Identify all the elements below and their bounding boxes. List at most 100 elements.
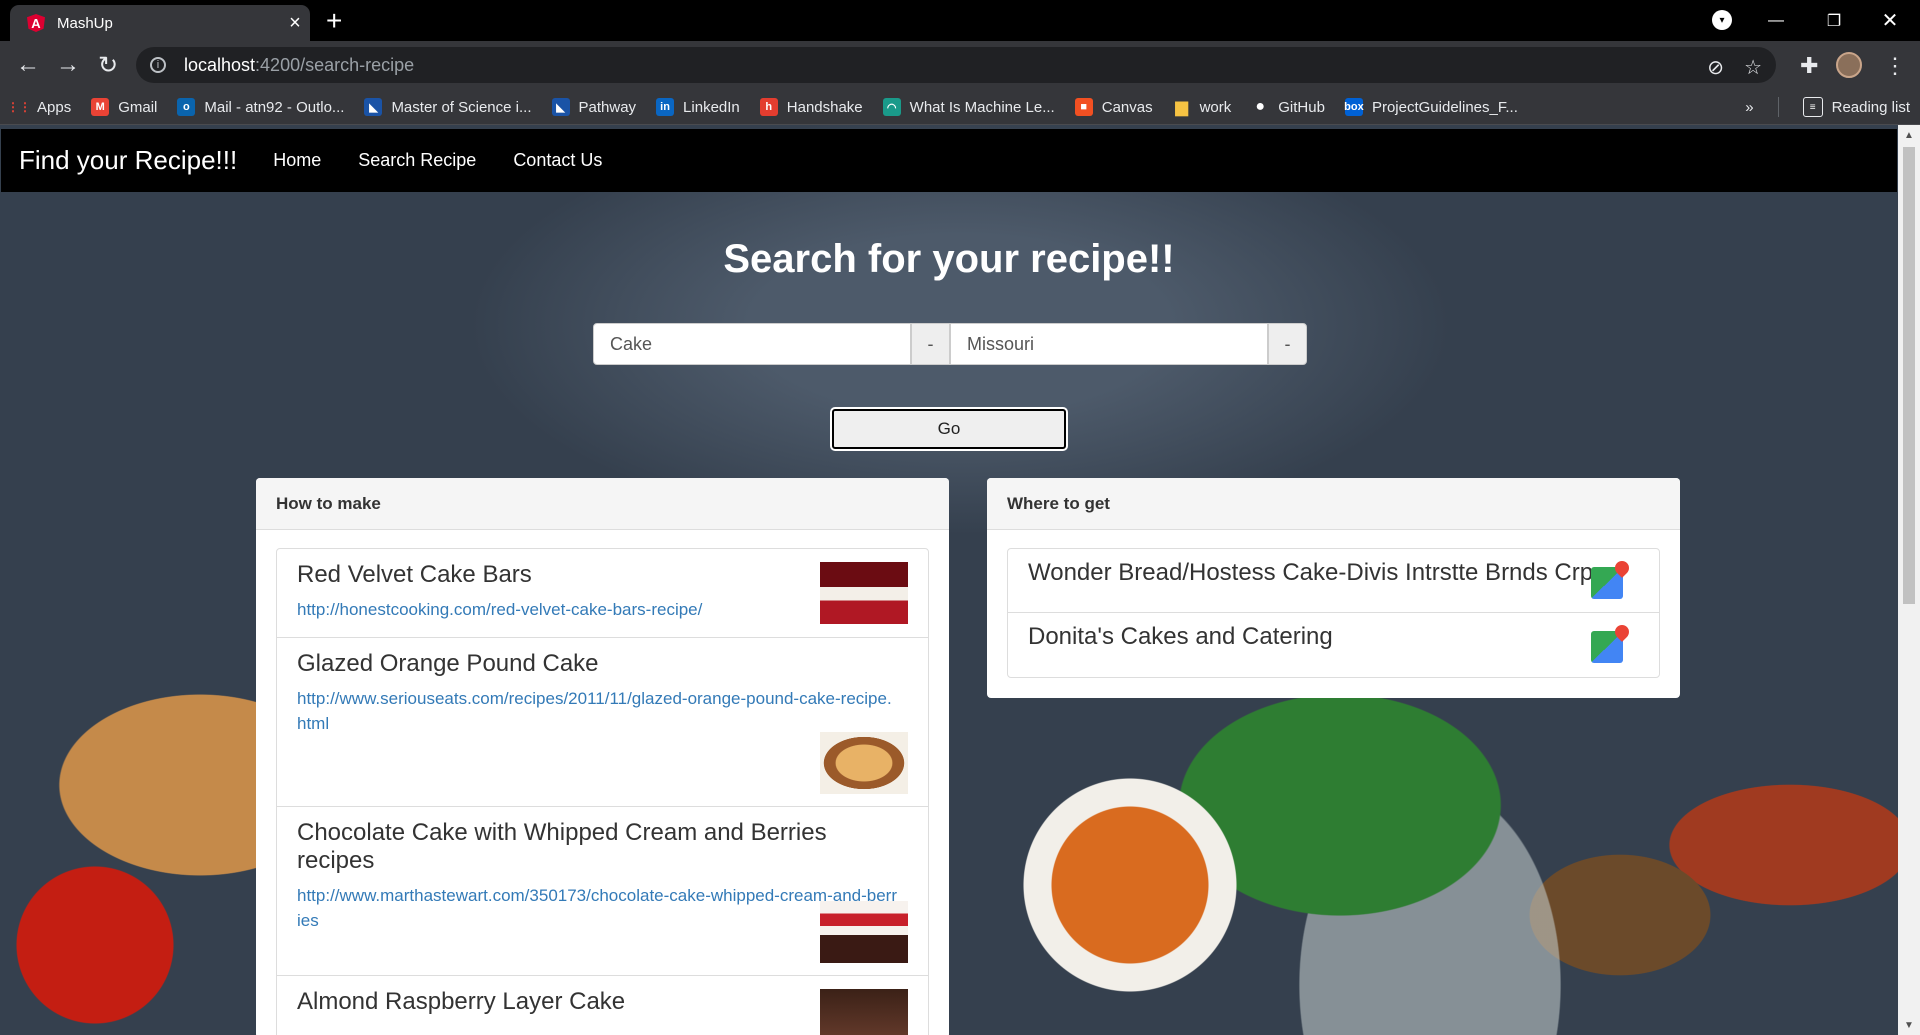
bookmarks-bar: ⋮⋮ Apps M Gmail o Mail - atn92 - Outlo... ◣ Mas… (0, 90, 1920, 125)
bookmark-gmail[interactable]: M Gmail (81, 93, 167, 121)
ml-icon: ◠ (882, 98, 901, 116)
back-button[interactable]: ← (12, 49, 44, 81)
nav-search-recipe[interactable]: Search Recipe (358, 150, 476, 171)
url-text: localhost:4200/search-recipe (184, 54, 415, 75)
panel-header: How to make (256, 478, 949, 530)
bookmarks-overflow[interactable]: » (1735, 93, 1763, 121)
nav-home[interactable]: Home (273, 150, 321, 171)
pathway-icon: ◣ (551, 98, 570, 116)
avatar[interactable] (1836, 52, 1862, 78)
bookmark-label: Canvas (1101, 98, 1153, 116)
divider (1777, 97, 1779, 117)
recipe-thumbnail (820, 989, 908, 1035)
store-list: Wonder Bread/Hostess Cake-Divis Intrstte… (1007, 548, 1660, 678)
page-title: Search for your recipe!! (723, 237, 1175, 281)
where-to-get-panel: Where to get Wonder Bread/Hostess Cake-D… (987, 478, 1680, 698)
tab-search-icon[interactable]: ▾ (1712, 10, 1732, 30)
blocked-icon[interactable]: ⊘ (1707, 55, 1724, 80)
brand-link[interactable]: Find your Recipe!!! (19, 145, 237, 176)
menu-icon[interactable]: ⋮ (1884, 53, 1906, 79)
browser-tab-strip: A MashUp × + ▾ — ❐ ✕ (0, 0, 1920, 41)
bookmark-label: Gmail (118, 98, 158, 116)
canvas-icon: ■ (1074, 98, 1093, 116)
reload-button[interactable]: ↻ (92, 49, 124, 81)
university-icon: ◣ (364, 98, 383, 116)
close-window-button[interactable]: ✕ (1866, 0, 1914, 41)
apps-grid-icon: ⋮⋮ (7, 100, 31, 114)
bookmark-ml[interactable]: ◠ What Is Machine Le... (873, 93, 1065, 121)
bookmark-label: Master of Science i... (391, 98, 532, 116)
store-name: Wonder Bread/Hostess Cake-Divis Intrstte… (1028, 559, 1594, 586)
scroll-down-arrow[interactable]: ▼ (1898, 1017, 1920, 1033)
bookmark-pathway[interactable]: ◣ Pathway (542, 93, 647, 121)
recipe-thumbnail (820, 732, 908, 794)
recipe-addon: - (911, 323, 950, 365)
handshake-icon: h (759, 98, 778, 116)
location-search-input[interactable]: Missouri (950, 323, 1268, 365)
bookmark-canvas[interactable]: ■ Canvas (1065, 93, 1163, 121)
new-tab-button[interactable]: + (326, 5, 342, 37)
recipe-link[interactable]: http://www.seriouseats.com/recipes/2011/… (297, 686, 897, 736)
site-info-icon[interactable]: i (150, 57, 166, 73)
list-item[interactable]: Glazed Orange Pound Cake http://www.seri… (277, 638, 928, 807)
bookmark-outlook[interactable]: o Mail - atn92 - Outlo... (167, 93, 354, 121)
bookmark-university[interactable]: ◣ Master of Science i... (354, 93, 541, 121)
list-item[interactable]: Donita's Cakes and Catering (1008, 613, 1659, 677)
bookmark-label: LinkedIn (683, 98, 740, 116)
store-name: Donita's Cakes and Catering (1028, 623, 1333, 650)
scroll-up-arrow[interactable]: ▲ (1898, 127, 1920, 143)
bookmark-linkedin[interactable]: in LinkedIn (646, 93, 750, 121)
location-addon: - (1268, 323, 1307, 365)
bookmark-apps-grid[interactable]: ⋮⋮ Apps (0, 93, 81, 121)
recipe-search-input[interactable]: Cake (593, 323, 911, 365)
bookmark-star-icon[interactable]: ☆ (1744, 55, 1762, 80)
minimize-button[interactable]: — (1752, 0, 1800, 41)
recipe-title: Glazed Orange Pound Cake (297, 650, 599, 677)
bookmark-handshake[interactable]: h Handshake (750, 93, 873, 121)
bookmark-github[interactable]: ● GitHub (1241, 93, 1335, 121)
extensions-icon[interactable]: ✚ (1800, 53, 1818, 79)
nav-contact-us[interactable]: Contact Us (513, 150, 602, 171)
recipe-title: Almond Raspberry Layer Cake (297, 988, 626, 1015)
address-bar[interactable]: i localhost:4200/search-recipe ⊘ ☆ (136, 47, 1776, 83)
close-tab-icon[interactable]: × (280, 12, 310, 35)
linkedin-icon: in (656, 98, 675, 116)
recipe-thumbnail (820, 901, 908, 963)
recipe-link[interactable]: http://www.marthastewart.com/350173/choc… (297, 883, 897, 933)
browser-toolbar: ← → ↻ i localhost:4200/search-recipe ⊘ ☆… (0, 41, 1920, 90)
reading-list[interactable]: ≡ Reading list (1793, 93, 1920, 121)
angular-icon: A (27, 14, 45, 32)
github-icon: ● (1255, 98, 1266, 115)
page-background: Find your Recipe!!! Home Search Recipe C… (0, 125, 1898, 1035)
list-item[interactable]: Chocolate Cake with Whipped Cream and Be… (277, 807, 928, 976)
reading-list-icon: ≡ (1802, 97, 1823, 117)
bookmark-folder[interactable]: ▆ work (1163, 93, 1242, 121)
bookmark-label: Handshake (786, 98, 863, 116)
tab-title: MashUp (57, 14, 113, 32)
bookmark-label: Mail - atn92 - Outlo... (204, 98, 345, 116)
list-item[interactable]: Wonder Bread/Hostess Cake-Divis Intrstte… (1008, 549, 1659, 613)
list-item[interactable]: Almond Raspberry Layer Cake (277, 976, 928, 1035)
restore-button[interactable]: ❐ (1810, 0, 1858, 41)
bookmark-label: ProjectGuidelines_F... (1371, 98, 1518, 116)
bookmark-box[interactable]: box ProjectGuidelines_F... (1335, 93, 1528, 121)
list-item[interactable]: Red Velvet Cake Bars http://honestcookin… (277, 549, 928, 638)
recipe-list: Red Velvet Cake Bars http://honestcookin… (276, 548, 929, 1035)
folder-icon: ▆ (1175, 99, 1188, 116)
scrollbar-thumb[interactable] (1903, 147, 1915, 604)
outlook-icon: o (177, 98, 196, 116)
bookmark-label: Apps (37, 98, 72, 116)
recipe-title: Chocolate Cake with Whipped Cream and Be… (297, 819, 827, 874)
panel-header: Where to get (987, 478, 1680, 530)
recipe-thumbnail (820, 562, 908, 624)
bookmarks-right: » ≡ Reading list (1735, 90, 1920, 124)
forward-button[interactable]: → (52, 49, 84, 81)
bookmark-label: What Is Machine Le... (909, 98, 1055, 116)
bookmark-label: Pathway (578, 98, 637, 116)
browser-tab[interactable]: A MashUp × (10, 5, 310, 41)
bookmark-label: GitHub (1278, 98, 1325, 116)
recipe-link[interactable]: http://honestcooking.com/red-velvet-cake… (297, 597, 897, 622)
bookmark-label: work (1199, 98, 1232, 116)
go-button[interactable]: Go (832, 409, 1066, 449)
app-navbar: Find your Recipe!!! Home Search Recipe C… (1, 129, 1897, 192)
